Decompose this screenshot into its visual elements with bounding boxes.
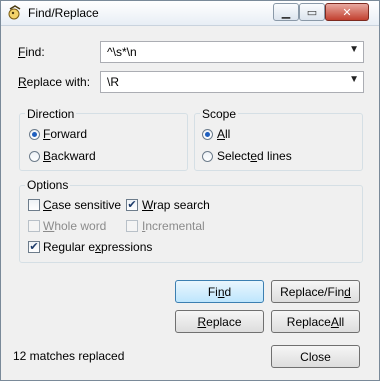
all-label[interactable]: All: [217, 127, 230, 141]
wrap-search-label[interactable]: Wrap search: [142, 198, 210, 212]
forward-label[interactable]: Forward: [43, 127, 87, 141]
regular-expressions-label[interactable]: Regular expressions: [43, 240, 152, 254]
direction-title: Direction: [25, 107, 77, 121]
backward-radio[interactable]: [29, 151, 40, 162]
replace-button[interactable]: Replace: [175, 310, 264, 333]
all-radio[interactable]: [202, 129, 213, 140]
case-sensitive-checkbox[interactable]: [28, 199, 40, 211]
incremental-checkbox[interactable]: [126, 220, 138, 232]
selected-lines-label[interactable]: Selected lines: [217, 149, 292, 163]
find-label: Find:: [18, 45, 45, 59]
whole-word-checkbox[interactable]: [28, 220, 40, 232]
forward-radio[interactable]: [29, 129, 40, 140]
scope-title: Scope: [200, 107, 239, 121]
minimize-button[interactable]: ▁: [273, 3, 299, 21]
eclipse-app-icon: [8, 5, 21, 20]
find-combo[interactable]: ^\s*\n ▼: [100, 41, 364, 63]
chevron-down-icon[interactable]: ▼: [349, 44, 359, 55]
regular-expressions-checkbox[interactable]: ✔: [28, 241, 40, 253]
close-icon: ✕: [342, 6, 352, 19]
close-button[interactable]: Close: [271, 345, 360, 368]
case-sensitive-label[interactable]: Case sensitive: [43, 198, 121, 212]
minimize-icon: ▁: [281, 6, 291, 19]
find-value: ^\s*\n: [107, 45, 137, 59]
backward-label[interactable]: Backward: [43, 149, 96, 163]
maximize-icon: ▭: [306, 6, 318, 19]
find-replace-dialog: Find/Replace ▁ ▭ ✕ Find: ^\s*\n ▼ Replac…: [0, 0, 380, 381]
whole-word-label: Whole word: [43, 219, 107, 233]
options-title: Options: [25, 178, 71, 192]
chevron-down-icon[interactable]: ▼: [349, 74, 359, 85]
selected-lines-radio[interactable]: [202, 151, 213, 162]
incremental-label: Incremental: [142, 219, 205, 233]
close-window-button[interactable]: ✕: [325, 3, 369, 21]
replace-combo[interactable]: \R ▼: [100, 71, 364, 93]
maximize-button[interactable]: ▭: [299, 3, 325, 21]
replace-label: Replace with:: [18, 75, 91, 89]
window-title: Find/Replace: [28, 6, 99, 20]
replace-value: \R: [107, 75, 119, 89]
title-bar: Find/Replace ▁ ▭ ✕: [1, 1, 379, 26]
wrap-search-checkbox[interactable]: ✔: [126, 199, 138, 211]
find-button[interactable]: Fi n d: [175, 280, 264, 303]
replace-find-button[interactable]: Replace/Fin d: [271, 280, 360, 303]
status-message: 12 matches replaced: [13, 349, 125, 363]
replace-all-button[interactable]: Replace All: [271, 310, 360, 333]
